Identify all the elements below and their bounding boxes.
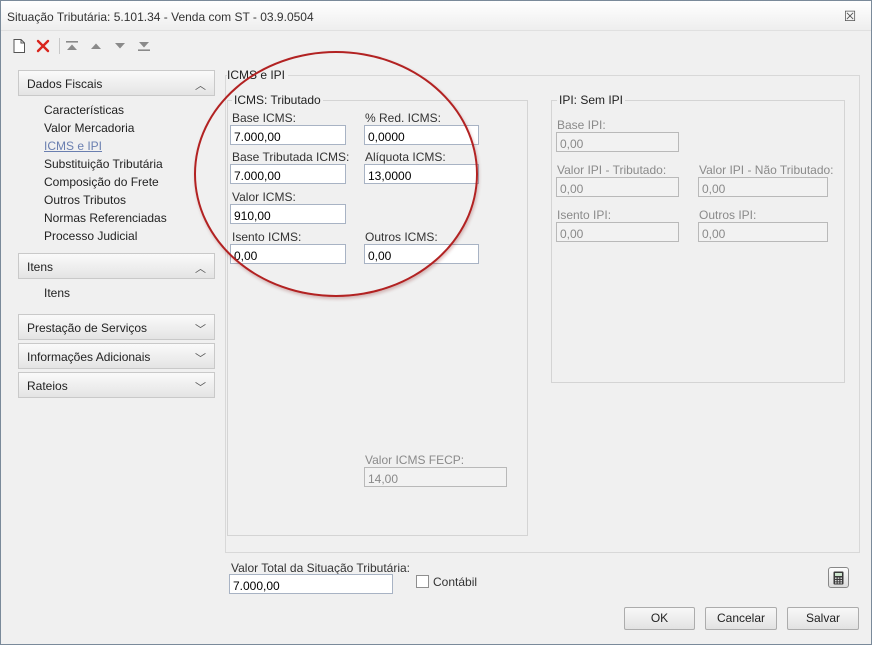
group-header-dados-fiscais[interactable]: Dados Fiscais ︿ <box>18 70 215 96</box>
chevron-up-icon[interactable]: ︿ <box>195 260 206 276</box>
group-items-dados-fiscais: Características Valor Mercadoria ICMS e … <box>18 96 215 253</box>
red-icms-input[interactable] <box>364 125 479 145</box>
move-up-icon[interactable] <box>88 38 104 54</box>
outros-icms-input[interactable] <box>364 244 479 264</box>
window-title: Situação Tributária: 5.101.34 - Venda co… <box>7 10 314 24</box>
move-down-icon[interactable] <box>112 38 128 54</box>
new-document-icon[interactable] <box>11 38 27 54</box>
toolbar-separator <box>59 38 60 54</box>
calculator-icon[interactable] <box>828 567 849 588</box>
icms-legend: ICMS: Tributado <box>232 93 323 107</box>
isento-ipi-label: Isento IPI: <box>557 208 612 222</box>
red-icms-label: % Red. ICMS: <box>365 111 442 125</box>
valor-total-input[interactable] <box>229 574 393 594</box>
title-bar: Situação Tributária: 5.101.34 - Venda co… <box>1 1 871 31</box>
isento-ipi-input[interactable] <box>556 222 679 242</box>
group-items-itens: Itens <box>18 279 215 314</box>
base-icms-label: Base ICMS: <box>232 111 297 125</box>
sidebar-item-composicao-frete[interactable]: Composição do Frete <box>44 173 215 191</box>
contabil-label: Contábil <box>433 575 478 589</box>
outros-ipi-input[interactable] <box>698 222 828 242</box>
close-icon[interactable]: ☒ <box>843 9 857 23</box>
base-icms-input[interactable] <box>230 125 346 145</box>
group-label: Informações Adicionais <box>27 350 151 364</box>
chevron-down-icon[interactable]: ﹀ <box>195 321 206 337</box>
chevron-up-icon[interactable]: ︿ <box>195 77 206 93</box>
group-header-itens[interactable]: Itens ︿ <box>18 253 215 279</box>
dialog-window: Situação Tributária: 5.101.34 - Venda co… <box>0 0 872 645</box>
sidebar-item-valor-mercadoria[interactable]: Valor Mercadoria <box>44 119 215 137</box>
valor-fecp-input[interactable] <box>364 467 507 487</box>
group-label: Prestação de Serviços <box>27 321 148 335</box>
valor-ipi-tributado-label: Valor IPI - Tributado: <box>557 163 667 177</box>
sidebar-item-processo-judicial[interactable]: Processo Judicial <box>44 227 215 245</box>
isento-icms-label: Isento ICMS: <box>232 230 302 244</box>
valor-ipi-tributado-input[interactable] <box>556 177 679 197</box>
base-ipi-input[interactable] <box>556 132 679 152</box>
chevron-down-icon[interactable]: ﹀ <box>195 350 206 366</box>
sidebar-item-icms-ipi[interactable]: ICMS e IPI <box>44 137 215 155</box>
group-label: Itens <box>27 260 54 274</box>
group-label: Dados Fiscais <box>27 77 103 91</box>
sidebar-item-normas-referenciadas[interactable]: Normas Referenciadas <box>44 209 215 227</box>
base-ipi-label: Base IPI: <box>557 118 606 132</box>
group-header-prestacao-servicos[interactable]: Prestação de Serviços ﹀ <box>18 314 215 340</box>
ipi-legend: IPI: Sem IPI <box>557 93 626 107</box>
group-header-rateios[interactable]: Rateios ﹀ <box>18 372 215 398</box>
outros-icms-label: Outros ICMS: <box>365 230 438 244</box>
aliquota-label: Alíquota ICMS: <box>365 150 446 164</box>
panel-title: ICMS e IPI <box>227 68 289 82</box>
sidebar-item-itens[interactable]: Itens <box>44 284 215 302</box>
ok-button[interactable]: OK <box>624 607 695 630</box>
group-header-informacoes-adicionais[interactable]: Informações Adicionais ﹀ <box>18 343 215 369</box>
sidebar-item-caracteristicas[interactable]: Características <box>44 101 215 119</box>
valor-fecp-label: Valor ICMS FECP: <box>365 453 465 467</box>
valor-icms-input[interactable] <box>230 204 346 224</box>
chevron-down-icon[interactable]: ﹀ <box>195 379 206 395</box>
contabil-checkbox[interactable] <box>416 575 429 588</box>
sidebar-item-outros-tributos[interactable]: Outros Tributos <box>44 191 215 209</box>
aliquota-input[interactable] <box>364 164 479 184</box>
group-label: Rateios <box>27 379 68 393</box>
base-tributada-label: Base Tributada ICMS: <box>232 150 350 164</box>
valor-icms-label: Valor ICMS: <box>232 190 296 204</box>
valor-ipi-nao-tributado-input[interactable] <box>698 177 828 197</box>
move-first-icon[interactable] <box>64 38 80 54</box>
cancel-button[interactable]: Cancelar <box>705 607 777 630</box>
isento-icms-input[interactable] <box>230 244 346 264</box>
sidebar-item-substituicao-tributaria[interactable]: Substituição Tributária <box>44 155 215 173</box>
valor-total-label: Valor Total da Situação Tributária: <box>231 561 410 575</box>
sidebar: Dados Fiscais ︿ Características Valor Me… <box>18 70 215 398</box>
valor-ipi-nao-tributado-label: Valor IPI - Não Tributado: <box>699 163 834 177</box>
base-tributada-input[interactable] <box>230 164 346 184</box>
outros-ipi-label: Outros IPI: <box>699 208 757 222</box>
save-button[interactable]: Salvar <box>787 607 859 630</box>
move-last-icon[interactable] <box>136 38 152 54</box>
toolbar <box>1 32 871 62</box>
delete-icon[interactable] <box>35 38 51 54</box>
